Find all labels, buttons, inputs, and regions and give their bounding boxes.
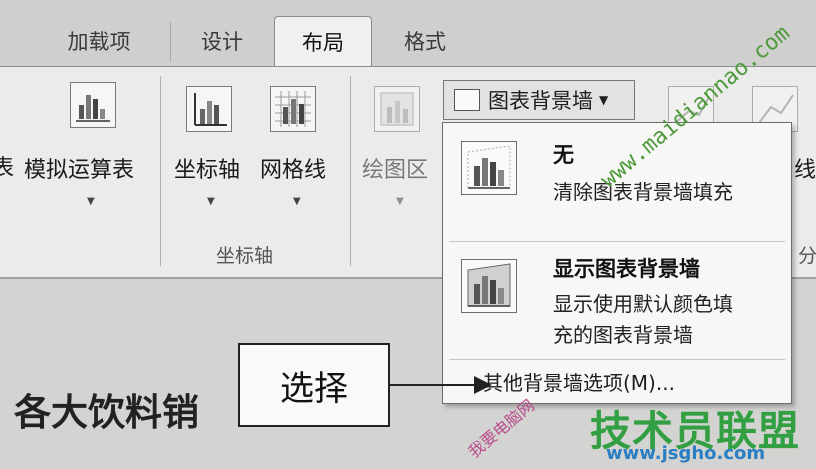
chevron-down-icon: ▼	[87, 196, 95, 207]
tab-format[interactable]: 格式	[380, 16, 470, 66]
watermark-logo-url: www.jsgho.com	[606, 443, 766, 464]
tab-addins[interactable]: 加载项	[40, 16, 158, 66]
axes-group-label: 坐标轴	[216, 245, 274, 267]
axes-button[interactable]	[186, 86, 232, 132]
menu-item-none-desc: 清除图表背景墙填充	[553, 180, 733, 204]
chevron-down-icon: ▼	[207, 196, 215, 207]
document-title: 各大饮料销	[14, 391, 199, 434]
tab-design[interactable]: 设计	[178, 16, 266, 66]
chevron-down-icon: ▼	[599, 93, 609, 107]
gridlines-icon	[275, 91, 311, 127]
axes-label: 坐标轴	[174, 158, 241, 183]
chart-wall-dropdown-button[interactable]: 图表背景墙 ▼	[443, 80, 635, 120]
menu-divider	[449, 241, 785, 242]
menu-item-none-title: 无	[553, 143, 574, 167]
show-wall-icon	[461, 259, 517, 313]
group-divider	[350, 76, 351, 266]
gridlines-button[interactable]	[270, 86, 316, 132]
callout-arrow-line	[390, 384, 474, 386]
tab-layout[interactable]: 布局	[274, 16, 372, 67]
data-table-label: 模拟运算表	[24, 158, 135, 183]
chevron-down-icon: ▼	[293, 196, 301, 207]
menu-item-show-wall-title: 显示图表背景墙	[553, 257, 700, 281]
partial-right-group-label: 分	[798, 245, 816, 267]
partial-right-label: 线	[794, 158, 816, 183]
group-divider	[160, 76, 161, 266]
callout-box: 选择	[238, 343, 390, 427]
plot-area-icon	[380, 92, 414, 126]
no-wall-icon	[461, 141, 517, 195]
menu-item-show-wall[interactable]: 显示图表背景墙 显示使用默认颜色填 充的图表背景墙	[443, 245, 791, 353]
chart-wall-icon	[454, 89, 480, 111]
menu-item-more-wall-options[interactable]: 其他背景墙选项(M)...	[483, 367, 675, 396]
more-options-label: 其他背景墙选项(M)...	[483, 371, 675, 395]
menu-divider	[449, 359, 785, 360]
menu-item-show-wall-desc: 显示使用默认颜色填	[553, 292, 733, 316]
data-table-icon	[76, 95, 110, 122]
plot-area-label: 绘图区	[362, 158, 429, 183]
chart-wall-label: 图表背景墙	[488, 89, 593, 113]
partial-left-label: 表	[0, 156, 15, 181]
axes-icon	[194, 93, 227, 126]
callout-text: 选择	[280, 368, 348, 409]
tab-divider	[170, 22, 171, 62]
callout-arrow-icon	[474, 376, 492, 394]
gridlines-label: 网格线	[260, 158, 327, 183]
plot-area-button[interactable]	[374, 86, 420, 132]
chevron-down-icon: ▼	[396, 196, 404, 207]
menu-item-show-wall-desc: 充的图表背景墙	[553, 323, 693, 347]
data-table-button[interactable]	[70, 82, 116, 128]
